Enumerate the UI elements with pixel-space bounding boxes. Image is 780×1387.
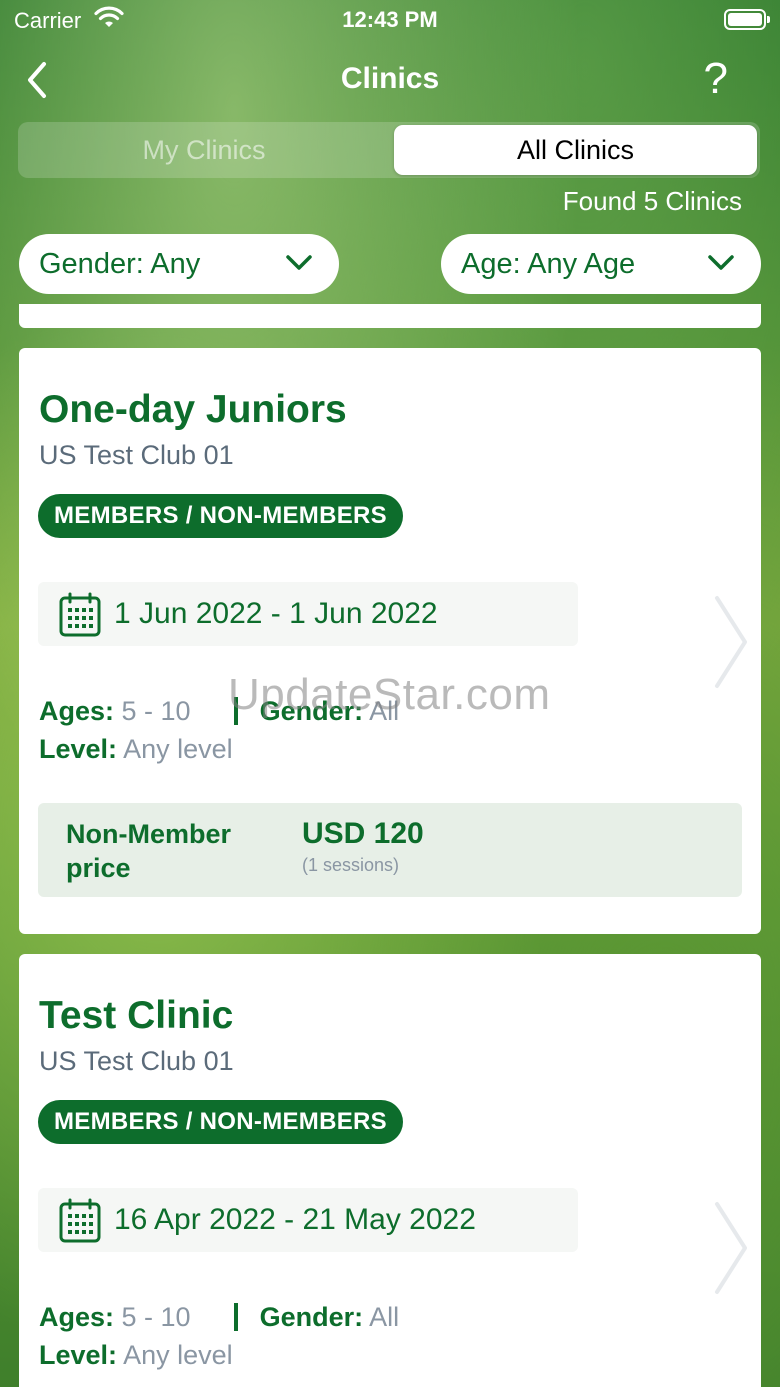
ages-value: 5 - 10 (121, 696, 191, 726)
price-label: Non-Member price (66, 819, 232, 883)
date-range-text: 1 Jun 2022 - 1 Jun 2022 (114, 597, 438, 630)
clinic-club: US Test Club 01 (39, 440, 234, 470)
clinic-club: US Test Club 01 (39, 1046, 234, 1076)
level-row: Level: Any level (39, 1340, 233, 1371)
calendar-icon (59, 592, 101, 637)
chevron-down-icon (708, 255, 734, 270)
date-range: 16 Apr 2022 - 21 May 2022 (38, 1188, 578, 1252)
price-sessions: (1 sessions) (302, 855, 400, 875)
level-label: Level: (39, 734, 118, 764)
gender-label: Gender: (259, 1302, 364, 1332)
ages-label: Ages: (39, 1302, 115, 1332)
gender-filter-label: Gender: Any (39, 248, 201, 280)
age-filter-label: Age: Any Age (461, 248, 636, 280)
gender-value: All (369, 1302, 400, 1332)
level-label: Level: (39, 1340, 118, 1370)
membership-badge: MEMBERS / NON-MEMBERS (38, 494, 403, 538)
level-value: Any level (123, 1340, 233, 1370)
clinic-card[interactable]: One-day Juniors US Test Club 01 MEMBERS … (19, 348, 761, 934)
clinics-segmented-control: My Clinics All Clinics (18, 122, 760, 178)
ages-value: 5 - 10 (121, 1302, 191, 1332)
level-value: Any level (123, 734, 233, 764)
price-amount: USD 120 (302, 817, 424, 850)
gender-filter-dropdown[interactable]: Gender: Any (19, 234, 339, 294)
chevron-down-icon (286, 255, 312, 270)
clinic-card[interactable]: Test Clinic US Test Club 01 MEMBERS / NO… (19, 954, 761, 1387)
page-title: Clinics (340, 62, 440, 95)
level-row: Level: Any level (39, 734, 233, 765)
tab-my-clinics[interactable]: My Clinics (18, 125, 390, 175)
clinic-card-partial[interactable] (19, 304, 761, 328)
navigation-bar: Clinics ? (0, 50, 780, 110)
chevron-right-icon (715, 1202, 747, 1294)
chevron-right-icon (715, 596, 747, 688)
attribute-divider (234, 1303, 239, 1331)
date-range: 1 Jun 2022 - 1 Jun 2022 (38, 582, 578, 646)
status-bar: Carrier 12:43 PM (0, 0, 780, 40)
results-count: Found 5 Clinics (562, 186, 742, 216)
membership-badge: MEMBERS / NON-MEMBERS (38, 1100, 403, 1144)
battery-icon (724, 9, 770, 30)
calendar-icon (59, 1198, 101, 1243)
date-range-text: 16 Apr 2022 - 21 May 2022 (114, 1203, 476, 1236)
watermark: UpdateStar.com (228, 670, 551, 719)
clinic-title: One-day Juniors (39, 388, 347, 431)
age-filter-dropdown[interactable]: Age: Any Age (441, 234, 761, 294)
help-button[interactable]: ? (704, 54, 728, 104)
clock: 12:43 PM (342, 7, 438, 32)
ages-gender-row: Ages: 5 - 10 Gender: All (39, 1302, 399, 1333)
tab-all-clinics[interactable]: All Clinics (394, 125, 757, 175)
price-box: Non-Member price USD 120 (1 sessions) (38, 803, 742, 897)
clinic-title: Test Clinic (39, 994, 234, 1037)
ages-label: Ages: (39, 696, 115, 726)
